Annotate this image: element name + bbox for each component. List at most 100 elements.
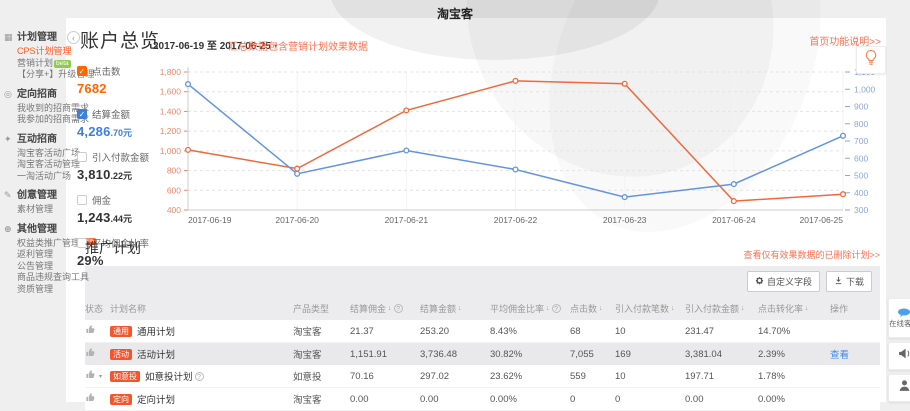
sidebar-item[interactable]: 返利管理 (4, 249, 64, 261)
info-icon[interactable]: ? (195, 372, 204, 381)
sidebar-item[interactable]: 营销计划beta (4, 58, 64, 70)
column-header[interactable]: 点击数↓ (570, 302, 615, 315)
sort-down-icon[interactable]: ↓ (458, 305, 462, 312)
table-row[interactable]: ▾如意投如意投计划?如意投70.16297.0223.62%55910197.7… (85, 365, 880, 388)
table-row[interactable]: 活动活动计划淘宝客1,151.913,736.4830.82%7,0551693… (85, 343, 880, 365)
metric-block: 引入付款金额3,810.22元 (77, 150, 177, 184)
gear-icon (755, 276, 764, 287)
column-header[interactable]: 引入付款金额↓ (685, 302, 758, 315)
sidebar-item[interactable]: CPS计划管理 (4, 46, 64, 58)
info-icon[interactable]: ? (394, 304, 403, 313)
sort-down-icon[interactable]: ↓ (599, 305, 603, 312)
sidebar-group-header[interactable]: ▦计划管理 (4, 31, 64, 44)
sidebar-item[interactable]: 淘宝客活动广场 (4, 148, 64, 160)
plan-name: 定向计划 (137, 392, 175, 406)
sidebar-item[interactable]: 商品违规查询工具 (4, 272, 64, 284)
settle-amount-cell: 0.00 (420, 394, 490, 405)
cvr-cell: 14.70% (758, 326, 830, 337)
sidebar-group-header[interactable]: ✦互动招商 (4, 133, 64, 146)
sidebar-item[interactable]: 资质管理 (4, 284, 64, 296)
metric-block: ✓点击数7682 (77, 64, 177, 98)
plan-name-cell: 定向定向计划 (110, 392, 293, 406)
online-service-button[interactable]: 在线客服 (888, 298, 910, 338)
plan-name: 通用计划 (137, 324, 175, 338)
clicks-cell: 0 (570, 394, 615, 405)
thumb-up-icon[interactable] (85, 392, 96, 406)
column-header[interactable]: 操作 (830, 302, 880, 315)
sidebar-item[interactable]: 权益类推广管理new (4, 238, 64, 250)
chevron-down-icon[interactable]: ▾ (99, 373, 102, 380)
sidebar-collapse-button[interactable]: ‹ (67, 31, 80, 44)
column-label: 引入付款金额 (685, 302, 739, 315)
metric-value-dec: .70元 (111, 128, 133, 138)
metric-checkbox[interactable] (77, 152, 87, 162)
sidebar-item-label: 淘宝客活动广场 (17, 148, 80, 158)
orders-cell: 0 (615, 394, 685, 405)
sidebar-item[interactable]: 公告管理 (4, 261, 64, 273)
commission-cell: 21.37 (350, 326, 420, 337)
info-icon[interactable]: ? (552, 304, 561, 313)
sidebar-group-header[interactable]: ✎创意管理 (4, 189, 64, 202)
sort-down-icon[interactable]: ↓ (805, 305, 809, 312)
column-header[interactable]: 结算金额↓ (420, 302, 490, 315)
deleted-plans-link[interactable]: 查看仅有效果数据的已删除计划>> (640, 248, 880, 261)
tips-button[interactable] (856, 46, 886, 74)
svg-text:2017-06-22: 2017-06-22 (494, 215, 538, 225)
sort-down-icon[interactable]: ↓ (546, 305, 550, 312)
sidebar-item-label: 公告管理 (17, 261, 53, 271)
megaphone-icon (898, 347, 910, 365)
sort-down-icon[interactable]: ↓ (388, 305, 392, 312)
column-label: 产品类型 (293, 302, 329, 315)
page-title: 账户总览 (80, 26, 160, 53)
column-label: 结算金额 (420, 302, 456, 315)
column-header[interactable]: 点击转化率↓ (758, 302, 830, 315)
table-row[interactable]: 通用通用计划淘宝客21.37253.208.43%6810231.4714.70… (85, 320, 880, 343)
lightbulb-icon (864, 49, 878, 71)
column-header[interactable]: 计划名称 (110, 302, 293, 315)
column-header[interactable]: 状态 (85, 302, 110, 315)
announcement-button[interactable] (888, 342, 910, 370)
plan-name: 如意投计划 (145, 369, 193, 383)
sidebar-item[interactable]: 【分享+】升级管理 (4, 69, 64, 81)
metric-label: 引入付款金额 (92, 150, 149, 164)
column-header[interactable]: 引入付款笔数↓ (615, 302, 685, 315)
metric-checkbox[interactable]: ✓ (77, 66, 87, 76)
overview-note: 汇总数据包含营销计划效果数据 (228, 38, 368, 53)
sidebar-item[interactable]: 一淘活动广场 (4, 171, 64, 183)
svg-text:300: 300 (854, 205, 868, 215)
column-header[interactable]: 平均佣金比率↓? (490, 302, 570, 315)
thumb-up-icon[interactable] (85, 347, 96, 361)
sidebar-item-label: 权益类推广管理 (17, 238, 80, 248)
thumb-up-icon[interactable] (85, 324, 96, 338)
sidebar-group-header[interactable]: ⊕其他管理 (4, 223, 64, 236)
sort-down-icon[interactable]: ↓ (671, 305, 675, 312)
metric-checkbox[interactable] (77, 195, 87, 205)
sidebar-item[interactable]: 我收到的招商需求 (4, 103, 64, 115)
download-button[interactable]: 下载 (826, 271, 872, 292)
sidebar-group-header[interactable]: ◎定向招商 (4, 88, 64, 101)
contact-button[interactable] (888, 374, 910, 402)
cvr-cell: 1.78% (758, 371, 830, 382)
metric-value-dec: .22元 (111, 171, 133, 181)
commission-cell: 70.16 (350, 371, 420, 382)
sidebar-item-label: 淘宝客活动管理 (17, 159, 80, 169)
sort-down-icon[interactable]: ↓ (741, 305, 745, 312)
metric-checkbox[interactable]: ✓ (77, 109, 87, 119)
sidebar-item[interactable]: 我参加的招商需求 (4, 114, 64, 126)
status-cell (85, 347, 110, 361)
sidebar-item[interactable]: 淘宝客活动管理 (4, 159, 64, 171)
thumb-up-icon[interactable] (85, 369, 96, 383)
download-label: 下载 (846, 275, 864, 288)
customize-fields-label: 自定义字段 (767, 275, 812, 288)
column-label: 平均佣金比率 (490, 302, 544, 315)
metric-header: ✓点击数 (77, 64, 177, 78)
column-header[interactable]: 结算佣金↓? (350, 302, 420, 315)
view-link[interactable]: 查看 (830, 347, 849, 361)
avg-rate-cell: 30.82% (490, 349, 570, 360)
column-header[interactable]: 产品类型 (293, 302, 350, 315)
table-row[interactable]: 定向定向计划淘宝客0.000.000.00%000.000.00% (85, 388, 880, 411)
sidebar-item[interactable]: 素材管理 (4, 204, 64, 216)
column-label: 结算佣金 (350, 302, 386, 315)
plan-name-cell: 通用通用计划 (110, 324, 293, 338)
customize-fields-button[interactable]: 自定义字段 (747, 271, 820, 292)
